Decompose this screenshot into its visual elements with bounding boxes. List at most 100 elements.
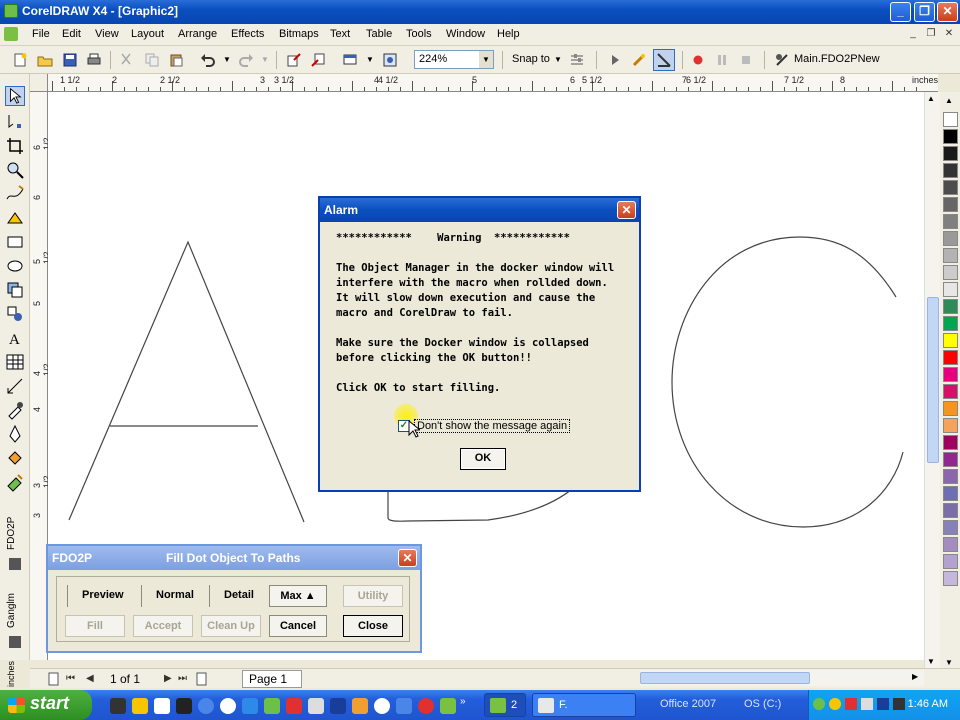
color-swatch[interactable]	[943, 554, 958, 569]
page-tab[interactable]: Page 1	[242, 670, 302, 688]
previous-page-icon[interactable]: ◀	[86, 673, 94, 684]
color-swatch[interactable]	[943, 146, 958, 161]
color-swatch[interactable]	[943, 214, 958, 229]
color-swatch[interactable]	[943, 180, 958, 195]
record-macro-icon[interactable]	[690, 52, 706, 68]
color-swatch[interactable]	[943, 503, 958, 518]
tray-icon[interactable]	[813, 698, 825, 710]
crop-tool-icon[interactable]	[5, 136, 25, 156]
save-icon[interactable]	[62, 52, 78, 68]
fill-button[interactable]: Fill	[65, 615, 125, 637]
quick-launch-icon[interactable]	[132, 698, 148, 714]
color-swatch[interactable]	[943, 537, 958, 552]
max-button[interactable]: Max ▲	[269, 585, 327, 607]
doc-close-icon[interactable]: ✕	[942, 28, 956, 41]
welcome-screen-icon[interactable]	[382, 52, 398, 68]
color-swatch[interactable]	[943, 384, 958, 399]
color-swatch[interactable]	[943, 452, 958, 467]
color-swatch[interactable]	[943, 469, 958, 484]
next-page-icon[interactable]: ▶	[164, 673, 172, 684]
quick-launch-icon[interactable]	[374, 698, 390, 714]
dont-show-again-checkbox[interactable]: ✓ Don't show the message again	[398, 418, 578, 434]
freehand-tool-icon[interactable]	[5, 184, 25, 204]
quick-launch-icon[interactable]	[396, 698, 412, 714]
doc-restore-icon[interactable]: ❐	[924, 28, 938, 41]
menu-arrange[interactable]: Arrange	[178, 28, 217, 40]
fdo2p-tab-icon[interactable]	[5, 554, 25, 574]
detail-checkbox[interactable]: Detail	[209, 585, 254, 607]
color-swatch[interactable]	[943, 486, 958, 501]
redo-icon[interactable]	[238, 52, 254, 68]
polygon-tool-icon[interactable]	[5, 280, 25, 300]
menu-bitmaps[interactable]: Bitmaps	[279, 28, 319, 40]
cut-icon[interactable]	[118, 52, 134, 68]
menu-help[interactable]: Help	[497, 28, 520, 40]
quick-launch-icon[interactable]	[110, 698, 126, 714]
outline-pen-tool-icon[interactable]	[5, 424, 25, 444]
color-swatch[interactable]	[943, 265, 958, 280]
fdo2p-task-button[interactable]: F.	[532, 693, 636, 717]
utility-button[interactable]: Utility	[343, 585, 403, 607]
table-tool-icon[interactable]	[5, 352, 25, 372]
snap-to-menu[interactable]: Snap to	[512, 53, 550, 65]
vertical-scrollbar[interactable]: ▲ ▼	[924, 92, 940, 670]
vertical-scroll-thumb[interactable]	[927, 297, 939, 463]
office-toolbar-label[interactable]: Office 2007	[660, 698, 716, 710]
launcher-dropdown-icon[interactable]: ▼	[366, 55, 374, 64]
color-swatch[interactable]	[943, 248, 958, 263]
paste-icon[interactable]	[168, 52, 184, 68]
quick-launch-icon[interactable]	[330, 698, 346, 714]
import-icon[interactable]	[286, 52, 302, 68]
ok-button[interactable]: OK	[460, 448, 506, 470]
document-icon[interactable]	[4, 27, 18, 41]
tray-icon[interactable]	[877, 698, 889, 710]
color-swatch[interactable]	[943, 367, 958, 382]
ganglm-tab-icon[interactable]	[5, 632, 25, 652]
horizontal-scrollbar[interactable]: ▶	[640, 670, 924, 686]
color-swatch[interactable]	[943, 231, 958, 246]
color-swatch[interactable]	[943, 299, 958, 314]
undo-icon[interactable]	[200, 52, 216, 68]
tray-icon[interactable]	[829, 698, 841, 710]
last-page-icon[interactable]: ⏭	[178, 673, 187, 684]
color-swatch[interactable]	[943, 520, 958, 535]
insert-page-before-icon[interactable]	[48, 672, 60, 686]
color-swatch[interactable]	[943, 435, 958, 450]
preview-checkbox[interactable]: Preview	[67, 585, 124, 607]
palette-scroll-up-icon[interactable]: ▲	[945, 96, 953, 105]
volume-icon[interactable]	[893, 698, 905, 710]
clock[interactable]: 1:46 AM	[908, 698, 948, 710]
options-icon[interactable]	[569, 52, 585, 68]
color-swatch[interactable]	[943, 316, 958, 331]
menu-text[interactable]: Text	[330, 28, 350, 40]
close-button[interactable]: ✕	[937, 2, 958, 22]
quick-launch-icon[interactable]	[198, 698, 214, 714]
quick-launch-icon[interactable]	[220, 698, 236, 714]
macro-manager-icon[interactable]	[631, 52, 647, 68]
menu-window[interactable]: Window	[446, 28, 485, 40]
fdo2p-close-icon[interactable]: ✕	[398, 549, 417, 567]
fdo2p-title-bar[interactable]: FDO2P Fill Dot Object To Paths ✕	[48, 546, 420, 570]
dont-show-again-label[interactable]: Don't show the message again	[414, 419, 571, 433]
scroll-up-icon[interactable]: ▲	[927, 94, 935, 103]
horizontal-ruler[interactable]: 1 1/2 2 2 1/2 3 3 1/2 4 4 1/2 5 5 1/2 6 …	[48, 74, 938, 92]
color-swatch[interactable]	[943, 333, 958, 348]
pick-tool[interactable]	[5, 86, 25, 106]
palette-scroll-down-icon[interactable]: ▼	[945, 658, 953, 667]
scroll-right-icon[interactable]: ▶	[912, 672, 918, 681]
snap-to-dropdown-icon[interactable]: ▼	[554, 55, 562, 64]
zoom-level-select[interactable]: 224% ▼	[414, 50, 494, 69]
color-swatch[interactable]	[943, 129, 958, 144]
quick-launch-icon[interactable]	[242, 698, 258, 714]
drive-toolbar-label[interactable]: OS (C:)	[744, 698, 781, 710]
run-macro-icon[interactable]	[607, 52, 623, 68]
stop-macro-icon[interactable]	[738, 52, 754, 68]
chevron-down-icon[interactable]: ▼	[479, 51, 493, 68]
color-swatch[interactable]	[943, 571, 958, 586]
tray-icon[interactable]	[845, 698, 857, 710]
ruler-origin[interactable]	[30, 74, 48, 92]
color-swatch[interactable]	[943, 112, 958, 127]
menu-table[interactable]: Table	[366, 28, 392, 40]
first-page-icon[interactable]: ⏮	[66, 673, 75, 684]
insert-page-after-icon[interactable]	[196, 672, 208, 686]
